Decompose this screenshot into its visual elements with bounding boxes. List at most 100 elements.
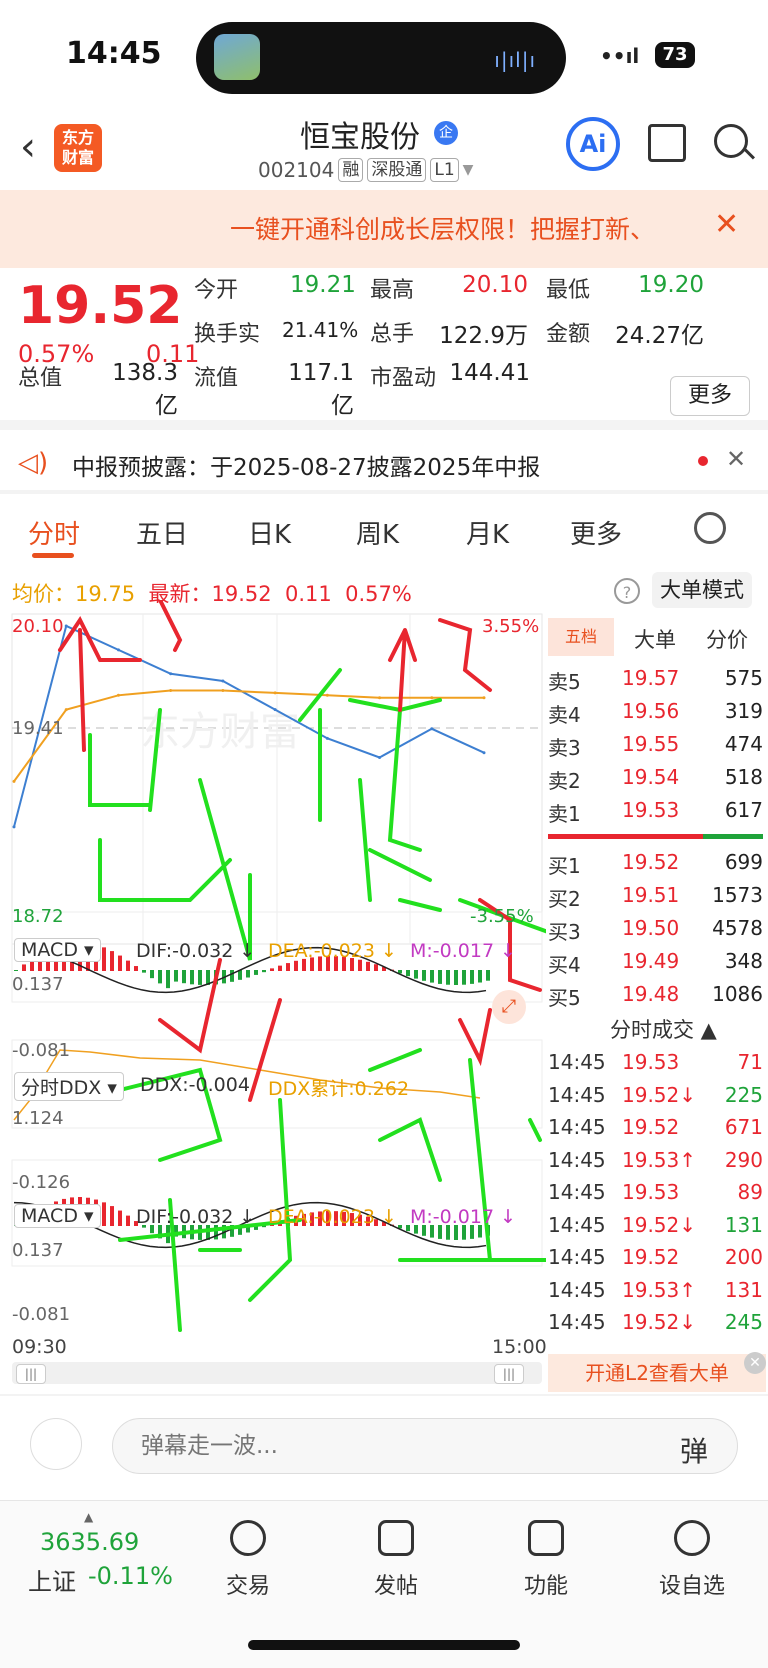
amount-value: 24.27亿	[615, 323, 704, 349]
close-icon[interactable]: ✕	[726, 445, 746, 473]
tab-level5[interactable]: 五档	[548, 618, 614, 656]
tab-intraday[interactable]: 分时	[28, 514, 80, 551]
avg-point	[64, 708, 68, 712]
search-icon-handle	[742, 147, 756, 160]
bid-vol: 699	[724, 850, 763, 874]
scroll-handle-left[interactable]: |||	[16, 1364, 46, 1384]
tab-monthly-k[interactable]: 月K	[466, 514, 509, 551]
close-icon[interactable]: ✕	[714, 207, 739, 242]
bid-vol: 348	[724, 949, 763, 973]
help-icon[interactable]: ?	[614, 578, 640, 604]
bid-row: 买1 19.52 699	[548, 850, 763, 882]
nav-functions-label: 功能	[523, 1574, 568, 1599]
tab-weekly-k[interactable]: 周K	[356, 514, 399, 551]
chevron-down-icon: ▼	[462, 162, 474, 178]
macd2-selector-label: MACD	[21, 1205, 78, 1227]
bid-price: 19.50	[622, 916, 680, 940]
macd2-m: M:-0.017 ↓	[410, 1206, 517, 1228]
ask-label: 卖1	[548, 802, 581, 826]
tick-vol: 71	[737, 1050, 763, 1074]
avg-point	[116, 693, 120, 697]
tab-daily-k[interactable]: 日K	[248, 514, 291, 551]
macd-bar	[166, 970, 170, 989]
tick-time: 14:45	[548, 1082, 606, 1107]
chart-scrollbar[interactable]	[12, 1362, 542, 1384]
bid-vol: 1086	[712, 982, 763, 1006]
more-quote-button[interactable]: 更多	[670, 376, 750, 416]
macd-bar	[262, 970, 266, 973]
bid-vol: 4578	[712, 916, 763, 940]
ask-price: 19.55	[622, 732, 680, 756]
expand-icon[interactable]: ⤢	[492, 990, 526, 1024]
macd-bar	[478, 970, 482, 983]
macd-bar	[286, 963, 290, 971]
price-point	[116, 648, 120, 652]
price-point	[64, 624, 68, 628]
macd2-selector[interactable]: MACD ▾	[14, 1204, 101, 1228]
danmu-input[interactable]	[112, 1418, 738, 1474]
tag-level: L1	[430, 158, 459, 182]
search-icon[interactable]	[714, 124, 748, 158]
nav-post-label: 发帖	[373, 1574, 418, 1599]
share-icon[interactable]	[648, 124, 686, 162]
nav-functions[interactable]: 功能	[506, 1520, 586, 1600]
time-end-label: 15:00	[492, 1336, 547, 1358]
tick-price: 19.53↑	[622, 1277, 697, 1302]
nav-watchlist[interactable]: 设自选	[652, 1520, 732, 1600]
price-point	[273, 708, 277, 712]
tag-connect: 深股通	[367, 158, 427, 182]
nav-post[interactable]: 发帖	[356, 1520, 436, 1600]
volume-value: 122.9万	[439, 323, 528, 349]
avg-point	[12, 779, 16, 783]
danmu-settings-icon[interactable]	[30, 1418, 82, 1470]
scroll-handle-right[interactable]: |||	[494, 1364, 524, 1384]
grid-icon	[528, 1520, 564, 1556]
danmu-send-button[interactable]: 弹	[680, 1430, 708, 1470]
price-point	[325, 736, 329, 740]
ai-button[interactable]: Ai	[566, 117, 620, 171]
notice-text[interactable]: 中报预披露：于2025-08-27披露2025年中报	[72, 448, 540, 482]
close-icon[interactable]: ✕	[744, 1352, 766, 1374]
index-name[interactable]: 上证	[28, 1562, 76, 1597]
macd-bar	[446, 970, 450, 985]
macd-bar	[142, 970, 146, 973]
bid-row: 买5 19.48 1086	[548, 982, 763, 1014]
tick-row: 14:45 19.53 71	[548, 1050, 763, 1084]
bid-label: 买3	[548, 920, 581, 944]
intraday-chart[interactable]: 东方财富	[0, 600, 546, 1390]
stock-code-row[interactable]: 002104 融 深股通 L1 ▼	[258, 158, 473, 182]
macd-bar	[406, 970, 410, 977]
bid-row: 买4 19.49 348	[548, 949, 763, 981]
price-point	[169, 672, 173, 676]
ask-price: 19.53	[622, 798, 680, 822]
tab-more[interactable]: 更多	[570, 514, 622, 551]
nav-trade[interactable]: 交易	[208, 1520, 288, 1600]
macd-selector[interactable]: MACD ▾	[14, 938, 101, 962]
index-value[interactable]: 3635.69	[40, 1528, 139, 1556]
tick-time: 14:45	[548, 1277, 606, 1302]
tab-big-order[interactable]: 大单	[634, 624, 676, 654]
macd-dif: DIF:-0.032 ↓	[136, 940, 256, 962]
big-order-mode-button[interactable]: 大单模式	[652, 572, 752, 608]
tick-price: 19.52↓	[622, 1212, 697, 1237]
open-l2-button[interactable]: 开通L2查看大单	[548, 1354, 766, 1392]
float-cap-value: 117.1亿	[288, 360, 354, 419]
low-value: 19.20	[638, 272, 704, 298]
gear-icon[interactable]	[694, 512, 726, 544]
ticks-title[interactable]: 分时成交 ▲	[610, 1014, 717, 1044]
tab-price-dist[interactable]: 分价	[706, 624, 748, 654]
ddx-selector[interactable]: 分时DDX ▾	[14, 1072, 124, 1101]
index-change[interactable]: -0.11%	[88, 1562, 173, 1590]
tick-price: 19.53	[622, 1180, 680, 1204]
tick-vol: 89	[737, 1180, 763, 1204]
ask-vol: 474	[724, 732, 763, 756]
tab-underline	[32, 553, 74, 558]
macd2-dea: DEA:-0.023 ↓	[268, 1206, 397, 1228]
avg-point	[221, 689, 225, 693]
mktcap-label: 总值	[18, 366, 63, 391]
turnover-value: 21.41%	[282, 318, 359, 342]
promo-banner-text[interactable]: 一键开通科创成长层权限！把握打新、	[230, 210, 655, 246]
macd-bar	[414, 970, 418, 979]
back-icon[interactable]: ‹	[20, 124, 36, 170]
tab-five-day[interactable]: 五日	[136, 514, 188, 551]
